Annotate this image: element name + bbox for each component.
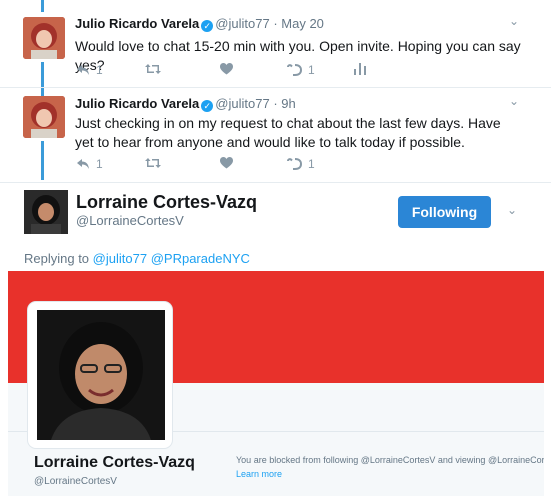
divider — [0, 87, 551, 88]
mention-link[interactable]: @julito77 — [93, 251, 147, 266]
retweet-button[interactable] — [145, 63, 161, 75]
author-handle[interactable]: @LorraineCortesV — [76, 213, 184, 228]
reply-button[interactable]: 1 — [76, 157, 103, 171]
divider — [0, 182, 551, 183]
avatar[interactable] — [23, 17, 65, 59]
chevron-down-icon[interactable]: ⌄ — [509, 14, 519, 28]
heart-icon — [220, 63, 233, 75]
learn-more-link[interactable]: Learn more — [236, 469, 282, 479]
retweet-icon — [145, 64, 161, 74]
separator: · — [273, 16, 278, 31]
heart-icon — [220, 157, 233, 169]
analytics-button[interactable] — [354, 63, 366, 75]
timestamp[interactable]: May 20 — [281, 16, 324, 31]
author-name[interactable]: Julio Ricardo Varela — [75, 16, 199, 31]
reply-count: 1 — [96, 63, 103, 77]
blocked-message: You are blocked from following @Lorraine… — [236, 455, 544, 465]
retweet-icon — [145, 158, 161, 168]
separator: · — [273, 96, 278, 111]
author-handle[interactable]: @julito77 — [215, 16, 269, 31]
profile-name[interactable]: Lorraine Cortes-Vazq — [34, 454, 195, 472]
message-icon — [287, 158, 302, 170]
profile-avatar[interactable] — [37, 310, 165, 440]
reply-icon — [77, 65, 89, 75]
thread-line — [41, 0, 44, 12]
chevron-down-icon[interactable]: ⌄ — [509, 94, 519, 108]
message-icon — [287, 64, 302, 76]
reply-button[interactable]: 1 — [76, 63, 103, 77]
avatar[interactable] — [23, 96, 65, 138]
verified-icon: ✓ — [201, 20, 214, 32]
retweet-button[interactable] — [145, 157, 161, 169]
verified-icon: ✓ — [201, 100, 214, 112]
dm-button[interactable]: 1 — [287, 63, 315, 77]
tweet-text: Just checking in on my request to chat a… — [75, 115, 501, 150]
timestamp[interactable]: 9h — [281, 96, 295, 111]
chevron-down-icon[interactable]: ⌄ — [507, 203, 517, 217]
reply-icon — [77, 159, 89, 169]
reply-count: 1 — [96, 157, 103, 171]
replying-label: Replying to — [24, 251, 90, 266]
author-handle[interactable]: @julito77 — [215, 96, 269, 111]
mention-link[interactable]: @PRparadeNYC — [151, 251, 250, 266]
replying-to: Replying to @julito77 @PRparadeNYC — [24, 251, 250, 266]
thread-line — [41, 141, 44, 180]
dm-button[interactable]: 1 — [287, 157, 315, 171]
like-button[interactable] — [220, 157, 233, 169]
avatar[interactable] — [24, 190, 68, 234]
dm-count: 1 — [308, 63, 315, 77]
author-name[interactable]: Julio Ricardo Varela — [75, 96, 199, 111]
following-button[interactable]: Following — [398, 196, 491, 228]
analytics-icon — [354, 63, 366, 75]
dm-count: 1 — [308, 157, 315, 171]
thread-line — [41, 62, 44, 96]
author-name[interactable]: Lorraine Cortes-Vazq — [76, 192, 257, 213]
profile-handle[interactable]: @LorraineCortesV — [34, 476, 117, 487]
like-button[interactable] — [220, 63, 233, 75]
